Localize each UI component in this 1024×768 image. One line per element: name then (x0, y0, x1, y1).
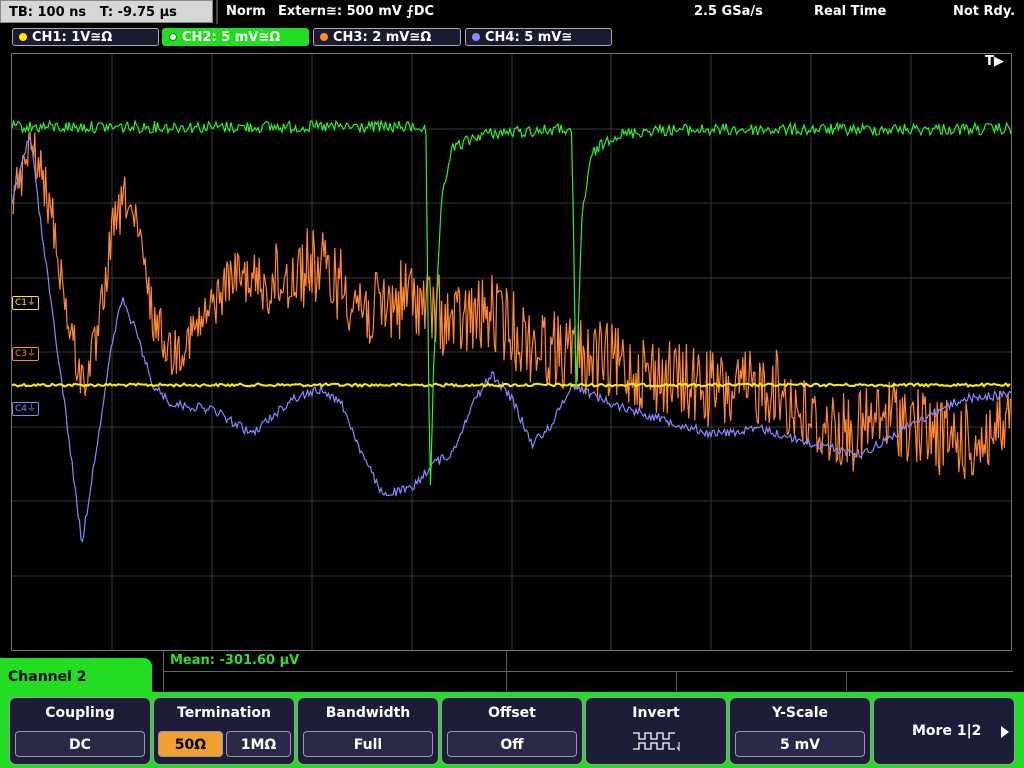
offset-softkey[interactable]: Offset Off (441, 697, 583, 765)
acquisition-mode: Real Time (814, 4, 887, 19)
divider (164, 671, 1013, 672)
timebase-value: TB: 100 ns (9, 5, 87, 20)
acquisition-status: Not Rdy. (953, 4, 1016, 19)
offset-title: Offset (488, 705, 536, 721)
offset-value[interactable]: Off (447, 731, 577, 757)
coupling-value[interactable]: DC (15, 731, 145, 757)
channel-1-offset-marker[interactable]: C1⏚ (12, 296, 40, 310)
y-scale-title: Y-Scale (771, 705, 828, 721)
coupling-softkey[interactable]: Coupling DC (9, 697, 151, 765)
channel-4-offset-marker[interactable]: C4⏚ (12, 402, 40, 416)
measurement-panel: Mean: -301.60 µV (163, 651, 1013, 691)
termination-1-megohm-option[interactable]: 1MΩ (226, 731, 291, 757)
channel-3-color-icon (320, 33, 328, 41)
channel-bar: CH1: 1V≅Ω CH2: 5 mV≅Ω CH3: 2 mV≅Ω CH4: 5… (0, 25, 1024, 50)
channel-4-color-icon (472, 33, 480, 41)
status-bar: TB: 100 ns T: -9.75 µs Norm Extern≅: 500… (0, 0, 1024, 25)
chevron-right-icon (1001, 726, 1009, 738)
channel-2-button[interactable]: CH2: 5 mV≅Ω (162, 28, 309, 46)
coupling-title: Coupling (45, 705, 115, 721)
channel-1-marker-label: C1 (15, 298, 28, 308)
invert-waveform-icon (633, 732, 680, 752)
channel-1-color-icon (19, 33, 27, 41)
divider (216, 0, 218, 24)
mean-measurement: Mean: -301.60 µV (170, 653, 300, 668)
channel-1-label: CH1: 1V≅Ω (32, 30, 113, 45)
termination-title: Termination (177, 705, 271, 721)
channel-3-offset-marker[interactable]: C3⏚ (12, 347, 40, 361)
termination-50-ohm-option[interactable]: 50Ω (158, 731, 223, 757)
bandwidth-title: Bandwidth (325, 705, 411, 721)
waveform-display[interactable] (11, 53, 1012, 651)
more-label: More 1|2 (912, 723, 982, 739)
trigger-mode[interactable]: Norm (226, 0, 266, 23)
trigger-source[interactable]: Extern≅: 500 mV ⨍DC (278, 0, 434, 23)
channel-4-button[interactable]: CH4: 5 mV≅ (465, 28, 612, 46)
more-softkey[interactable]: More 1|2 (873, 697, 1015, 765)
channel-2-color-icon (169, 33, 177, 41)
invert-softkey[interactable]: Invert (585, 697, 727, 765)
invert-title: Invert (632, 705, 680, 721)
divider (676, 671, 677, 691)
sample-rate: 2.5 GSa/s (694, 4, 763, 19)
channel-3-button[interactable]: CH3: 2 mV≅Ω (313, 28, 461, 46)
divider (846, 671, 847, 691)
channel-4-label: CH4: 5 mV≅ (485, 30, 573, 45)
waveform-canvas (12, 54, 1011, 650)
channel-2-label: CH2: 5 mV≅Ω (182, 30, 281, 45)
channel-3-marker-label: C3 (15, 349, 28, 359)
channel-1-button[interactable]: CH1: 1V≅Ω (12, 28, 159, 46)
channel-4-marker-label: C4 (15, 404, 28, 414)
channel-1-trace (12, 382, 1011, 388)
trigger-position-marker[interactable]: T▶ (985, 54, 1004, 69)
menu-title: Channel 2 (8, 669, 87, 685)
trigger-time-value: T: -9.75 µs (99, 5, 177, 20)
y-scale-value[interactable]: 5 mV (735, 731, 865, 757)
timebase-readout[interactable]: TB: 100 ns T: -9.75 µs (0, 0, 213, 23)
channel-3-label: CH3: 2 mV≅Ω (333, 30, 432, 45)
bandwidth-value[interactable]: Full (303, 731, 433, 757)
termination-softkey[interactable]: Termination 50Ω 1MΩ (153, 697, 295, 765)
bandwidth-softkey[interactable]: Bandwidth Full (297, 697, 439, 765)
divider (506, 651, 507, 691)
y-scale-softkey[interactable]: Y-Scale 5 mV (729, 697, 871, 765)
